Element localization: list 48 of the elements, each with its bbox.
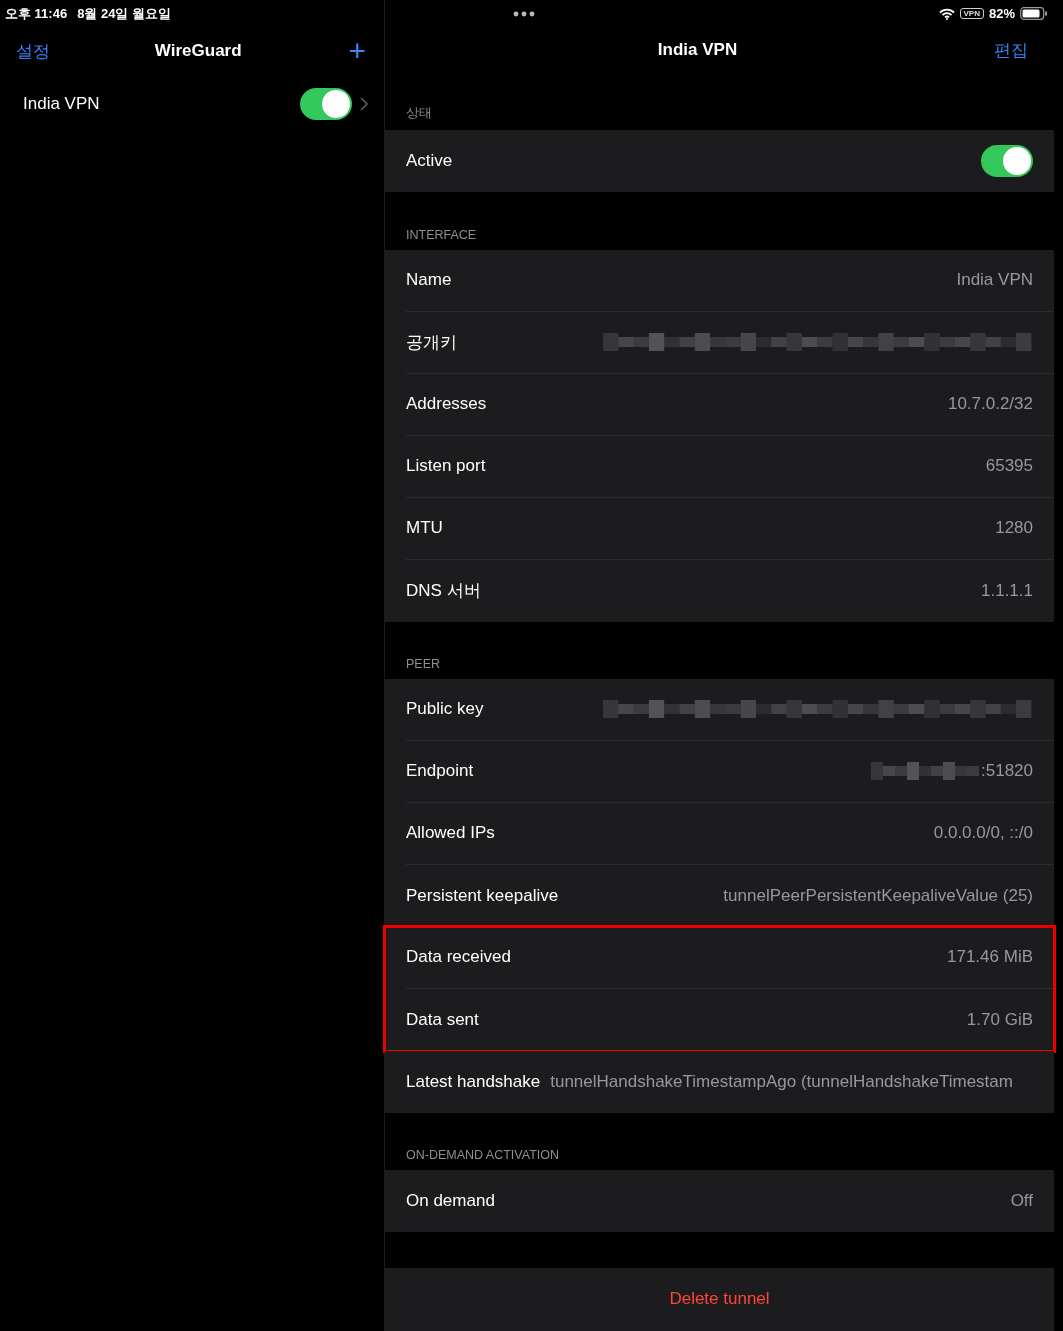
row-value: 1280 [995, 518, 1033, 539]
section-header: ON-DEMAND ACTIVATION [406, 1148, 559, 1163]
row-label: 공개키 [406, 331, 457, 354]
row-value: Off [1010, 1191, 1033, 1212]
chevron-icon [360, 97, 368, 111]
row-value: 0.0.0.0/0, ::/0 [933, 823, 1033, 844]
row-label: Endpoint [406, 761, 474, 782]
status-time: 오후 11:46 [5, 5, 68, 23]
row-label: Listen port [406, 456, 486, 477]
row-value: tunnelHandshakeTimestampAgo (tunnelHandshakeTimestam [550, 1072, 1014, 1092]
multitask-dots-icon[interactable] [513, 10, 535, 17]
row-value: 1.70 GiB [966, 1010, 1033, 1030]
active-toggle[interactable] [981, 145, 1033, 178]
row-label: On demand [406, 1191, 495, 1212]
section-header: INTERFACE [406, 227, 477, 242]
section-header: PEER [406, 657, 441, 671]
row-label: Data sent [406, 1010, 479, 1030]
row-value: tunnelPeerPersistentKeepaliveValue (25) [723, 886, 1033, 906]
section-header: 상태 [406, 105, 432, 123]
edit-link[interactable]: 편집 [994, 38, 1028, 62]
row-value: India VPN [956, 270, 1033, 291]
tunnel-toggle[interactable] [300, 88, 352, 120]
status-date: 8월 24일 월요일 [77, 5, 172, 23]
row-value: 171.46 MiB [947, 947, 1033, 968]
row-label: Name [406, 270, 452, 291]
sidebar-title: WireGuard [154, 41, 242, 61]
back-link[interactable]: 설정 [16, 39, 50, 63]
vpn-badge: VPN [959, 8, 984, 20]
detail-title: India VPN [657, 40, 738, 61]
row-value: 1.1.1.1 [981, 580, 1033, 601]
row-label: Addresses [406, 394, 487, 415]
battery-percent: 82% [988, 6, 1015, 22]
row-label: Allowed IPs [406, 823, 495, 844]
tunnel-item[interactable]: India VPN [0, 74, 384, 134]
row-label: Data received [406, 947, 511, 968]
delete-tunnel-button[interactable]: Delete tunnel [385, 1267, 1054, 1331]
row-label: Active [406, 151, 453, 172]
row-label: Public key [406, 699, 484, 720]
row-label: Persistent keepalive [406, 886, 559, 906]
battery-icon [1020, 7, 1048, 21]
row-value: :51820 [981, 761, 1033, 782]
row-label: MTU [406, 518, 443, 539]
row-value: 65395 [985, 456, 1033, 477]
row-label: DNS 서버 [406, 580, 481, 603]
add-button[interactable]: + [346, 36, 368, 66]
row-label: Latest handshake [406, 1072, 541, 1092]
row-value: 10.7.0.2/32 [947, 394, 1033, 415]
wifi-icon [938, 7, 955, 20]
